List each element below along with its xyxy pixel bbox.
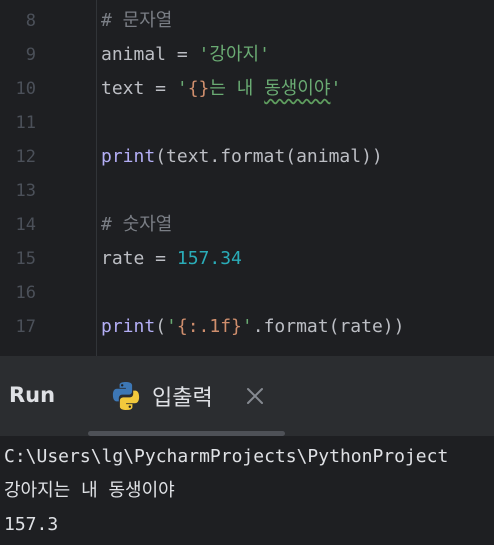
run-tool-window-header: Run 입출력 xyxy=(0,356,494,436)
line-number: 8 xyxy=(25,11,36,31)
tab-label: 입출력 xyxy=(152,386,213,411)
code-editor[interactable]: 8 # 문자열 9 animal = '강아지' 10 text = '{}는 내 동생이… xyxy=(0,0,494,356)
code-token: .format(rate)) xyxy=(252,316,405,337)
code-text: print(text.format(animal)) xyxy=(101,140,383,174)
line-number: 17 xyxy=(15,317,36,337)
code-token: animal = xyxy=(101,44,199,65)
line-number: 10 xyxy=(15,79,36,99)
code-line[interactable]: 12 print(text.format(animal)) xyxy=(0,140,494,174)
tab-run-config[interactable]: 입출력 xyxy=(110,376,213,416)
code-token: ' xyxy=(241,316,253,337)
code-text: rate = 157.34 xyxy=(101,242,242,276)
code-text: text = '{}는 내 동생이야' xyxy=(101,72,341,106)
code-line[interactable]: 17 print('{:.1f}'.format(rate)) xyxy=(0,310,494,344)
code-text: # 숫자열 xyxy=(101,208,172,242)
code-line[interactable]: 13 xyxy=(0,174,494,208)
code-token: (text.format(animal)) xyxy=(155,146,383,167)
run-title: Run xyxy=(9,383,56,407)
code-token: ' xyxy=(176,78,188,99)
code-token: # 숫자열 xyxy=(101,214,173,235)
code-token: rate = xyxy=(101,248,177,269)
code-token: 는 내 xyxy=(209,78,265,99)
line-number: 14 xyxy=(15,215,36,235)
code-token: ( xyxy=(155,316,167,337)
code-token: {} xyxy=(187,78,210,99)
code-text: # 문자열 xyxy=(101,4,172,38)
code-token: ' xyxy=(330,78,342,99)
code-token: 157.34 xyxy=(176,248,242,269)
line-number: 16 xyxy=(15,283,36,303)
line-number: 11 xyxy=(15,113,36,133)
code-token: {:.1f} xyxy=(176,316,242,337)
code-token: # 문자열 xyxy=(101,10,173,31)
code-token: text = xyxy=(101,78,177,99)
line-number: 9 xyxy=(25,45,36,65)
code-token: 동생이야 xyxy=(264,78,331,99)
code-line[interactable]: 15 rate = 157.34 xyxy=(0,242,494,276)
code-token: ' xyxy=(166,316,177,337)
console-line: 강아지는 내 동생이야 xyxy=(4,480,175,501)
console-output[interactable]: C:\Users\lg\PycharmProjects\PythonProjec… xyxy=(0,436,494,545)
close-icon[interactable] xyxy=(245,386,265,406)
code-token: '강아지' xyxy=(198,44,270,65)
code-line[interactable]: 11 xyxy=(0,106,494,140)
code-token: print xyxy=(101,146,156,167)
code-text: print('{:.1f}'.format(rate)) xyxy=(101,310,404,344)
code-line[interactable]: 8 # 문자열 xyxy=(0,4,494,38)
console-line: 157.3 xyxy=(4,514,59,535)
console-line: C:\Users\lg\PycharmProjects\PythonProjec… xyxy=(4,446,449,467)
code-token: print xyxy=(101,316,156,337)
code-line[interactable]: 9 animal = '강아지' xyxy=(0,38,494,72)
code-line[interactable]: 14 # 숫자열 xyxy=(0,208,494,242)
code-line[interactable]: 10 text = '{}는 내 동생이야' xyxy=(0,72,494,106)
code-text: animal = '강아지' xyxy=(101,38,270,72)
code-line[interactable]: 16 xyxy=(0,276,494,310)
python-icon xyxy=(112,382,140,410)
line-number: 15 xyxy=(15,249,36,269)
line-number: 12 xyxy=(15,147,36,167)
line-number: 13 xyxy=(15,181,36,201)
